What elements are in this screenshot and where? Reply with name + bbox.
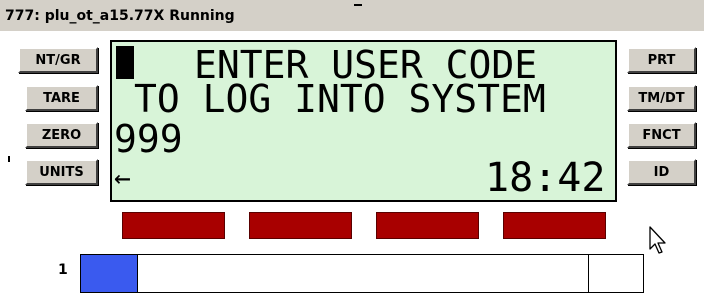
zero-button[interactable]: ZERO bbox=[25, 122, 98, 148]
clock-time: 18:42 bbox=[485, 155, 606, 201]
scale-status-bar bbox=[80, 254, 644, 293]
soft-key-3[interactable] bbox=[376, 212, 479, 239]
function-button[interactable]: FNCT bbox=[627, 122, 696, 148]
left-edge-mark bbox=[8, 156, 10, 162]
units-button[interactable]: UNITS bbox=[25, 159, 98, 185]
entry-value: 999 bbox=[114, 117, 183, 161]
back-arrow-icon: ← bbox=[114, 161, 131, 194]
display-line-2: TO LOG INTO SYSTEM bbox=[134, 77, 546, 121]
mouse-pointer-icon bbox=[649, 226, 666, 254]
block-cursor-icon bbox=[116, 46, 134, 79]
id-button[interactable]: ID bbox=[627, 159, 696, 185]
time-date-button[interactable]: TM/DT bbox=[627, 85, 696, 111]
soft-key-1[interactable] bbox=[122, 212, 225, 239]
net-gross-button[interactable]: NT/GR bbox=[18, 47, 98, 73]
row-number: 1 bbox=[58, 262, 68, 278]
lcd-display: ENTER USER CODE TO LOG INTO SYSTEM 999 ←… bbox=[110, 40, 617, 202]
window-title: 777: plu_ot_a15.77X Running bbox=[5, 8, 235, 24]
soft-key-4[interactable] bbox=[503, 212, 606, 239]
status-bar-fill bbox=[81, 255, 138, 292]
title-bar: 777: plu_ot_a15.77X Running bbox=[0, 0, 704, 31]
print-button[interactable]: PRT bbox=[627, 47, 696, 73]
title-bar-mark bbox=[354, 4, 362, 6]
tare-button[interactable]: TARE bbox=[25, 85, 98, 111]
soft-key-2[interactable] bbox=[249, 212, 352, 239]
status-bar-divider bbox=[588, 255, 589, 292]
